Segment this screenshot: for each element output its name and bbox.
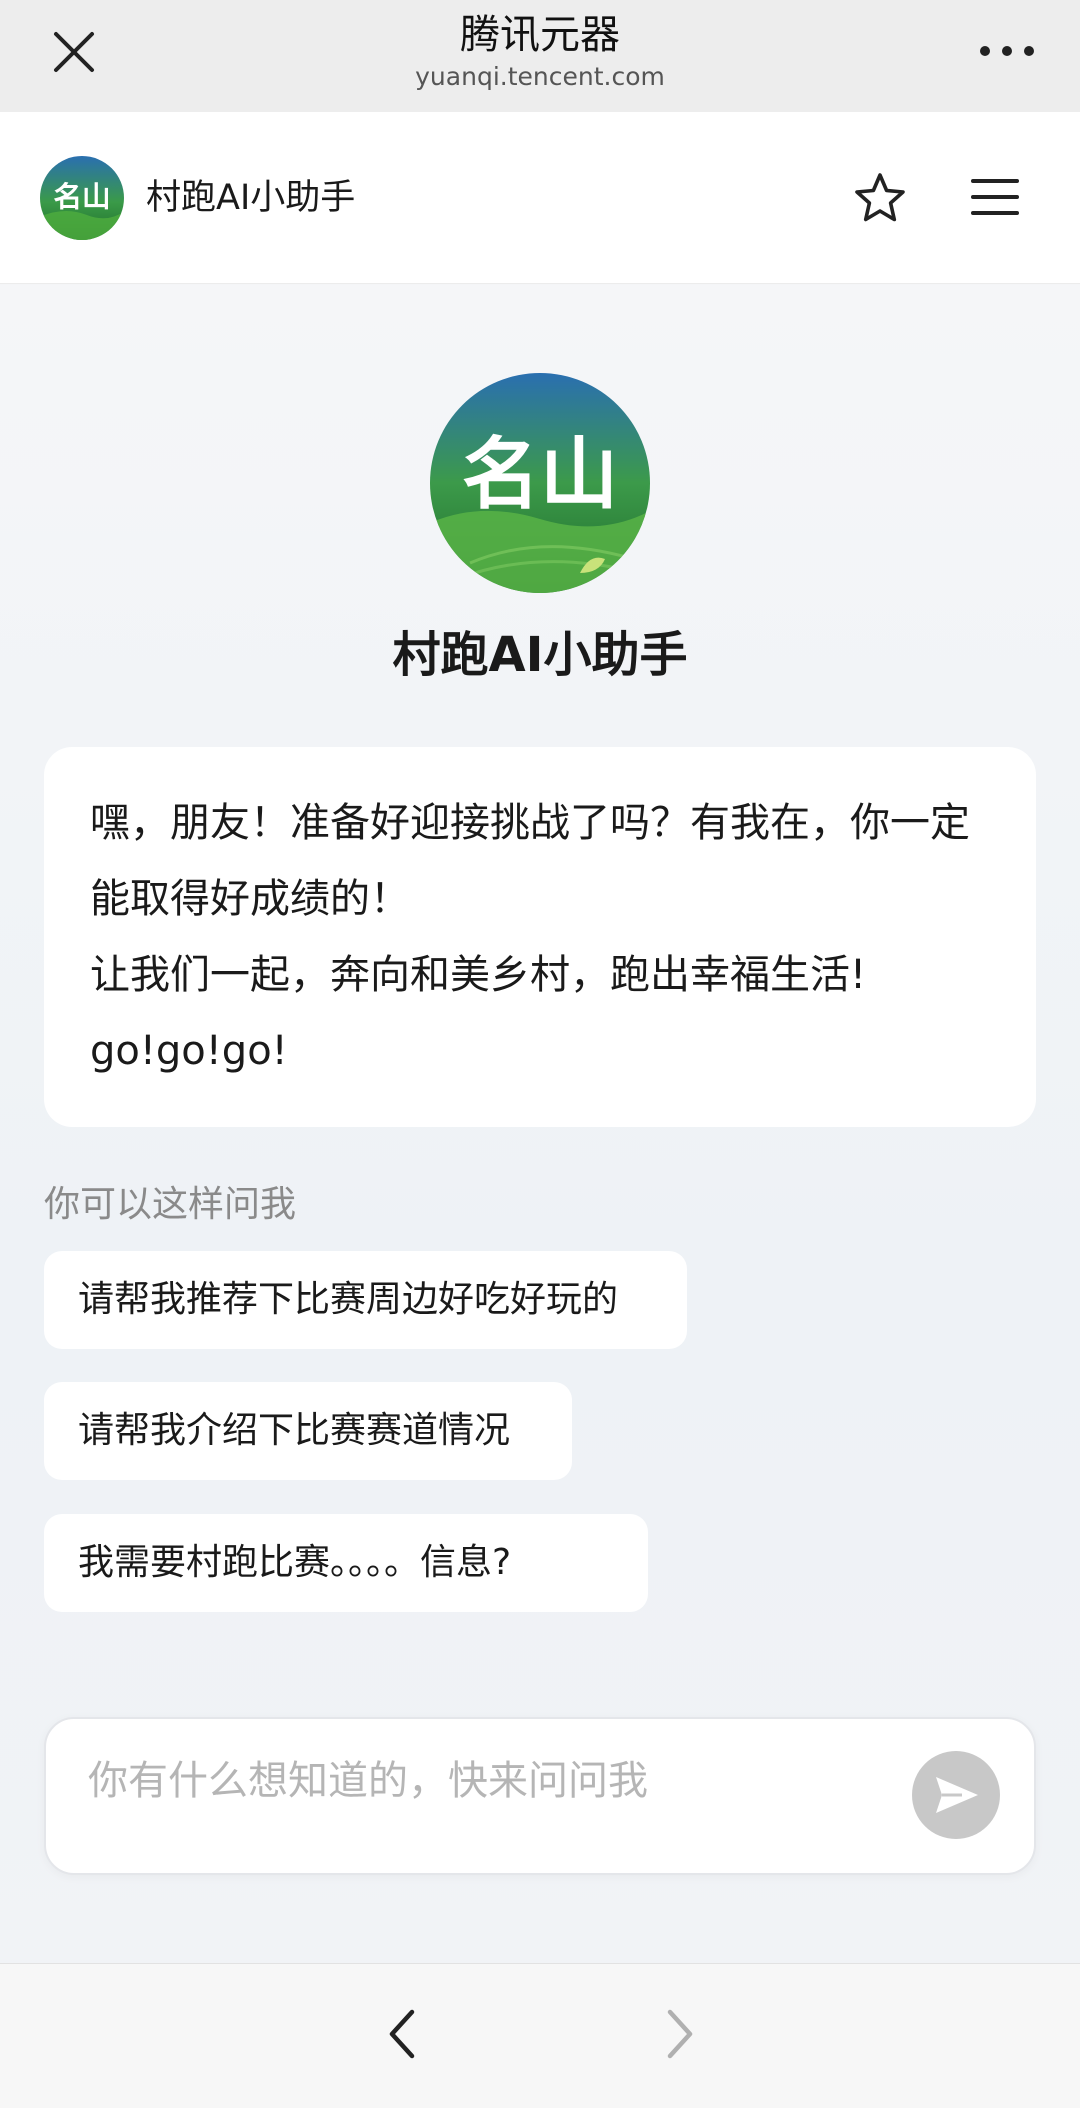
- hero-avatar: 名山: [430, 373, 650, 593]
- chevron-right-icon[interactable]: [660, 2004, 700, 2064]
- page: 腾讯元器 yuanqi.tencent.com 名山 村跑AI小助手 名山 村跑…: [0, 0, 1080, 2108]
- app-header: 名山 村跑AI小助手: [0, 112, 1080, 284]
- browser-top-bar: 腾讯元器 yuanqi.tencent.com: [0, 0, 1080, 112]
- hero-bot-name: 村跑AI小助手: [392, 627, 688, 683]
- greeting-line-2: 让我们一起，奔向和美乡村，跑出幸福生活!: [90, 952, 867, 998]
- logo-text: 名山: [53, 179, 110, 213]
- suggestion-chip[interactable]: 请帮我推荐下比赛周边好吃好玩的: [44, 1251, 687, 1349]
- hero-avatar-text: 名山: [462, 429, 618, 520]
- browser-title: 腾讯元器: [460, 12, 620, 58]
- greeting-bubble: 嘿，朋友！准备好迎接挑战了吗？有我在，你一定能取得好成绩的！ 让我们一起，奔向和…: [44, 747, 1036, 1127]
- star-icon[interactable]: [852, 170, 908, 226]
- browser-titles: 腾讯元器 yuanqi.tencent.com: [0, 10, 1080, 92]
- message-input[interactable]: [88, 1749, 868, 1813]
- suggestion-hint: 你可以这样问我: [44, 1184, 297, 1225]
- browser-url: yuanqi.tencent.com: [415, 62, 665, 91]
- chat-area: 名山 村跑AI小助手 嘿，朋友！准备好迎接挑战了吗？有我在，你一定能取得好成绩的…: [0, 285, 1080, 1963]
- message-input-box: [44, 1717, 1036, 1875]
- suggestion-chip[interactable]: 我需要村跑比赛。。。。信息?: [44, 1514, 648, 1612]
- more-dots-icon[interactable]: [980, 46, 1036, 58]
- greeting-line-1: 嘿，朋友！准备好迎接挑战了吗？有我在，你一定能取得好成绩的！: [90, 800, 970, 922]
- chevron-left-icon[interactable]: [382, 2004, 422, 2064]
- send-icon: [936, 1777, 978, 1813]
- greeting-line-3: go!go!go!: [90, 1028, 288, 1074]
- bottom-nav: [0, 1963, 1080, 2108]
- bot-name: 村跑AI小助手: [146, 178, 356, 218]
- send-button[interactable]: [912, 1751, 1000, 1839]
- bot-logo: 名山: [40, 156, 124, 240]
- menu-icon[interactable]: [970, 172, 1020, 222]
- suggestion-chip[interactable]: 请帮我介绍下比赛赛道情况: [44, 1382, 572, 1480]
